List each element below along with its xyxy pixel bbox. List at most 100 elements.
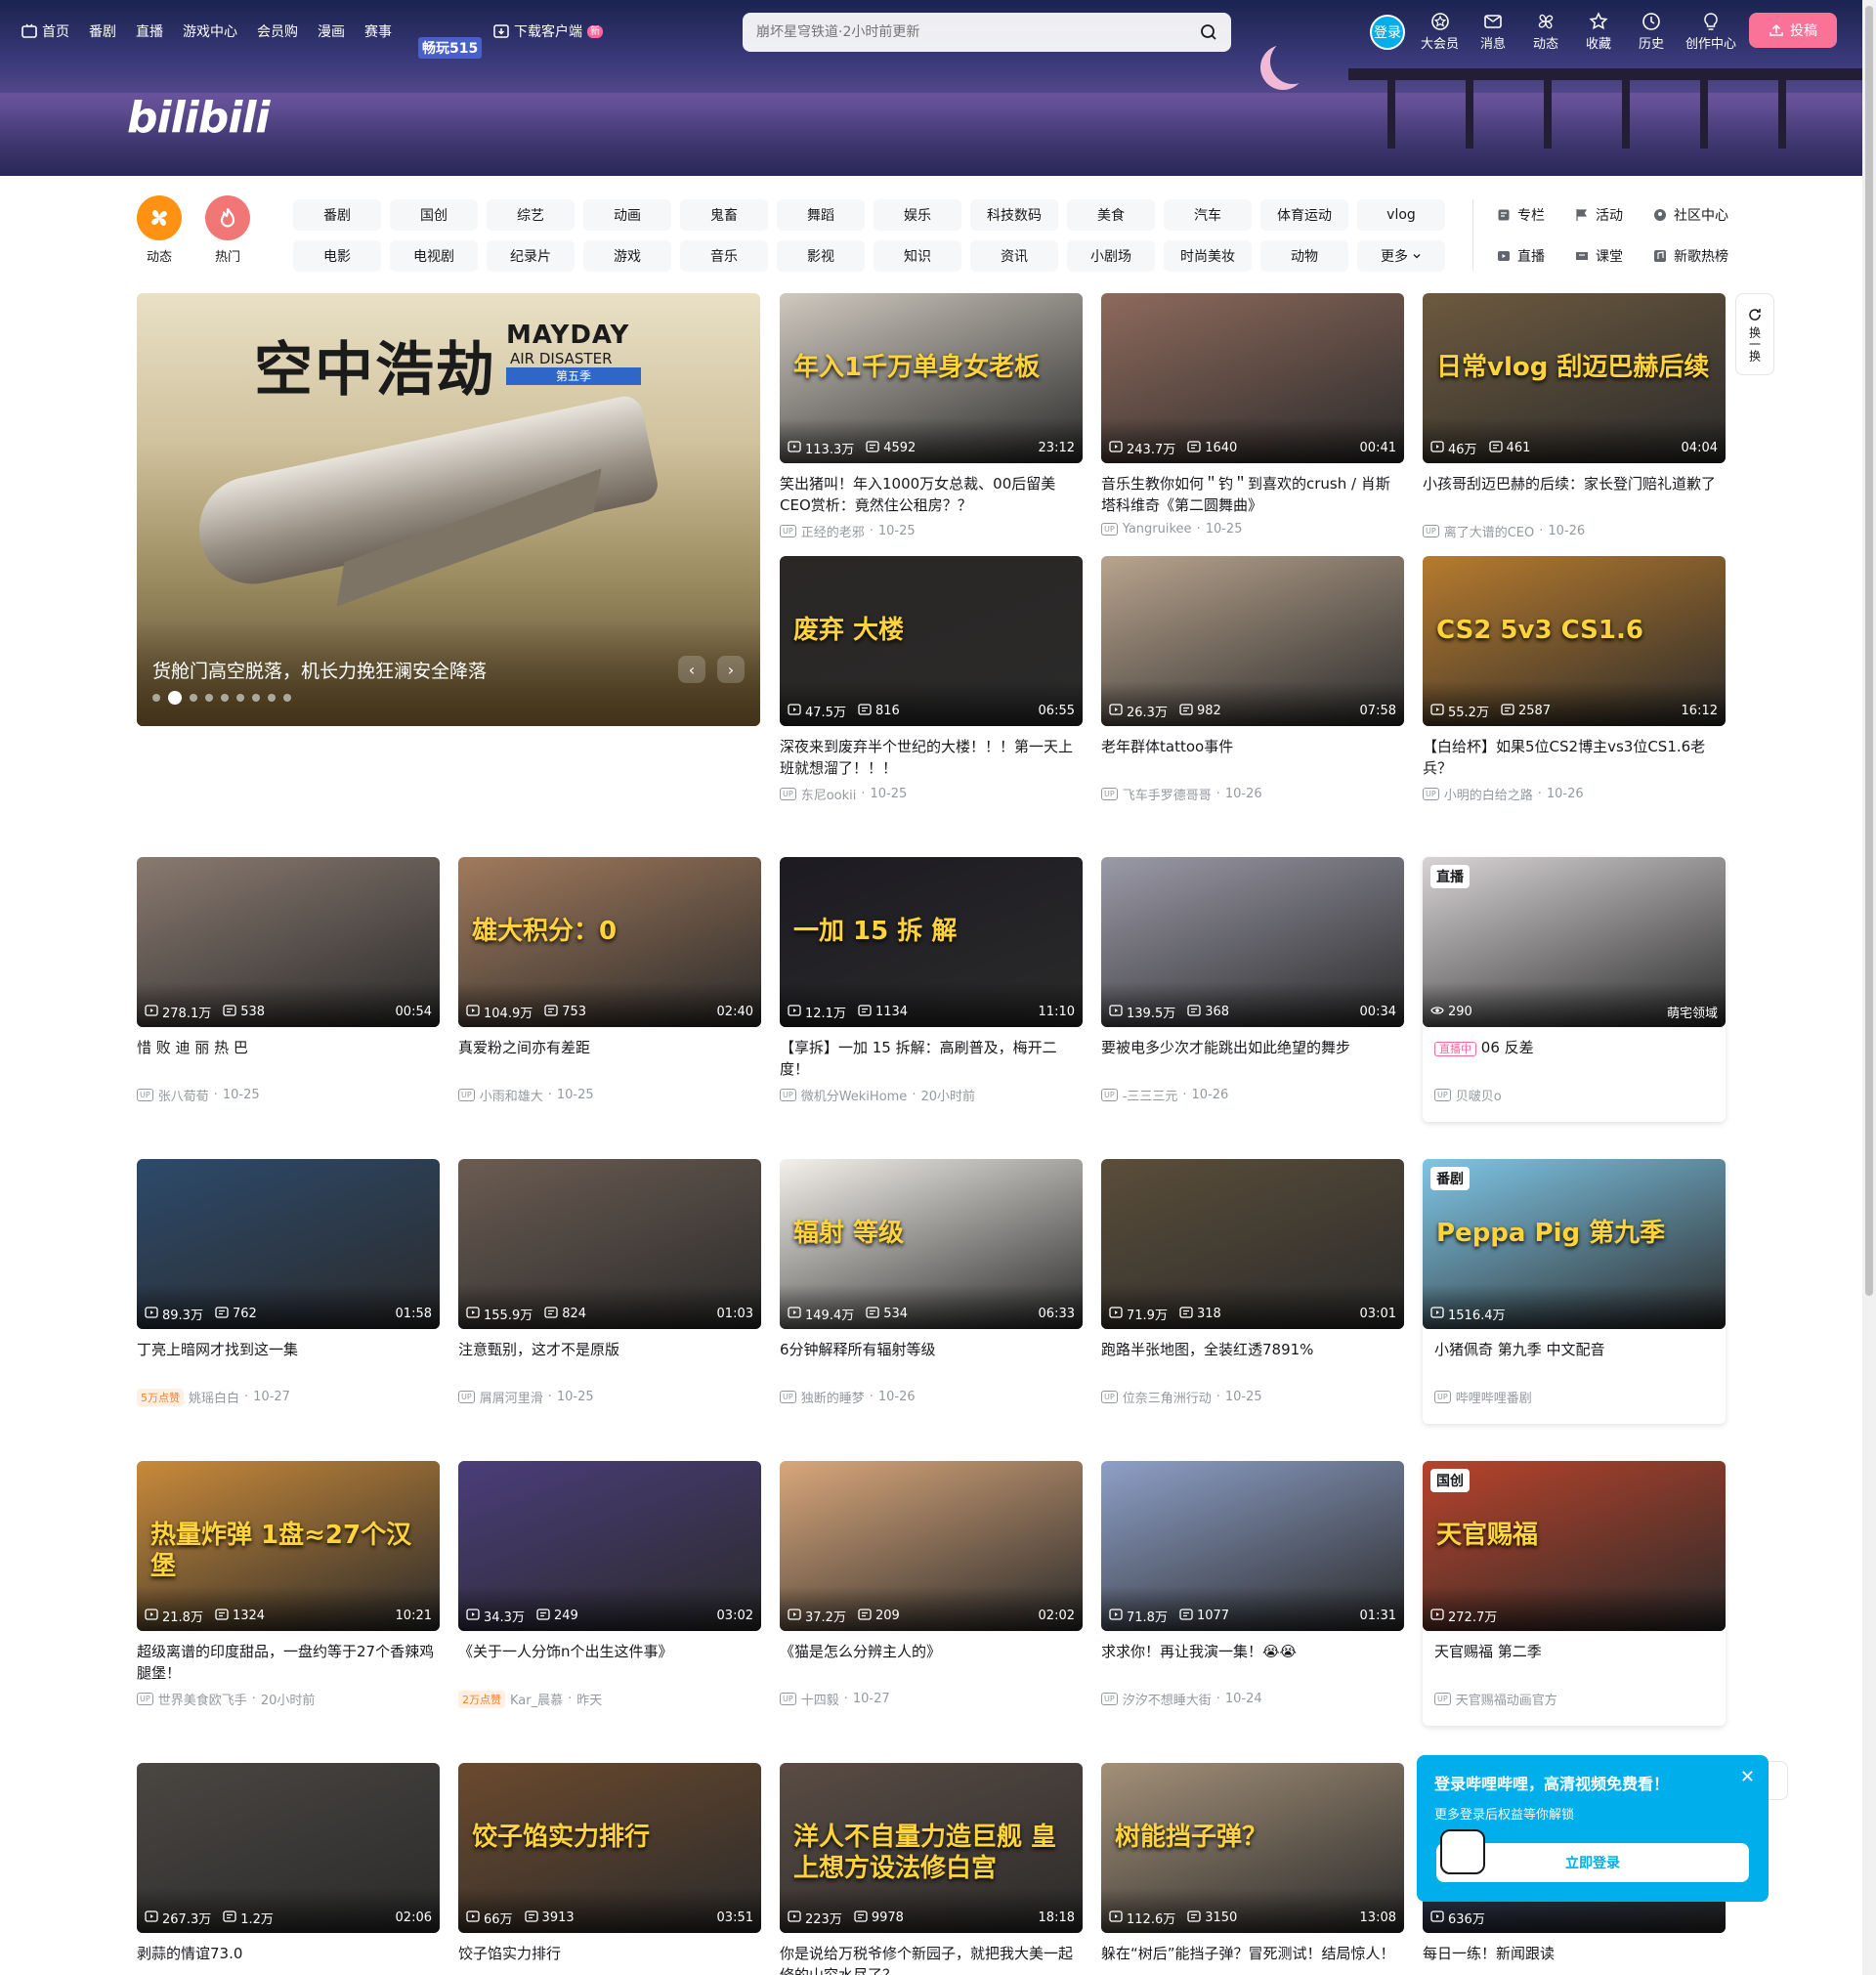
nav-history[interactable]: 历史	[1633, 12, 1670, 52]
login-avatar-button[interactable]: 登录	[1370, 14, 1405, 50]
nav-game-center[interactable]: 游戏中心	[183, 21, 237, 41]
video-title[interactable]: 跑路半张地图，全装红透7891%	[1101, 1339, 1404, 1382]
video-card[interactable]: 89.3万 762 01:58 丁亮上暗网才找到这一集 5万点赞 姚瑶白白 · 10-27	[137, 1159, 440, 1406]
video-thumbnail[interactable]: 139.5万 368 00:34	[1101, 857, 1404, 1027]
nav-anime[interactable]: 番剧	[89, 21, 116, 41]
video-thumbnail[interactable]: 243.7万 1640 00:41	[1101, 293, 1404, 463]
video-thumbnail[interactable]: 天官赐福 国创 272.7万	[1423, 1461, 1726, 1631]
video-title[interactable]: 《猫是怎么分辨主人的》	[780, 1641, 1083, 1684]
video-card[interactable]: 日常vlog 刮迈巴赫后续 46万 461 04:04 小孩哥刮迈巴赫的后续：家长登门赔…	[1423, 293, 1726, 540]
uploader-name[interactable]: 独断的睡梦	[801, 1388, 865, 1406]
video-card[interactable]: 71.9万 318 03:01 跑路半张地图，全装红透7891% UP 位奈三角洲行动 · 1…	[1101, 1159, 1404, 1406]
video-title[interactable]: 你是说给万税爷修个新园子，就把我大美一起修的山穷水尽了？	[780, 1943, 1083, 1975]
video-title[interactable]: 求求你！再让我演一集！😭😭	[1101, 1641, 1404, 1684]
channel-tag[interactable]: 体育运动	[1260, 199, 1348, 231]
carousel-dot[interactable]	[252, 694, 260, 702]
video-thumbnail[interactable]: 热量炸弹 1盘≈27个汉堡 21.8万 1324 10:21	[137, 1461, 440, 1631]
uploader-name[interactable]: 微机分WekiHome	[801, 1086, 908, 1104]
channel-tag[interactable]: 舞蹈	[777, 199, 865, 231]
video-thumbnail[interactable]: 洋人不自量力造巨舰 皇上想方设法修白宫 223万 9978 18:18	[780, 1763, 1083, 1933]
uploader-name[interactable]: 哔哩哔哩番剧	[1456, 1388, 1532, 1406]
side-link-classroom[interactable]: 课堂	[1575, 240, 1653, 272]
side-link-column[interactable]: 专栏	[1497, 199, 1575, 231]
video-title[interactable]: 小猪佩奇 第九季 中文配音	[1423, 1339, 1726, 1382]
carousel-dot[interactable]	[205, 694, 213, 702]
carousel-dot[interactable]	[236, 694, 244, 702]
video-thumbnail[interactable]: 71.8万 1077 01:31	[1101, 1461, 1404, 1631]
uploader-name[interactable]: -三三三元	[1123, 1086, 1178, 1104]
search-icon[interactable]	[1200, 23, 1217, 41]
channel-tag[interactable]: 游戏	[583, 240, 671, 272]
carousel-caption[interactable]: 货舱门高空脱落，机长力挽狂澜安全降落	[152, 657, 487, 683]
video-title[interactable]: 笑出猪叫！年入1000万女总裁、00后留美CEO赏析：竟然住公租房？？	[780, 473, 1083, 516]
channel-tag[interactable]: 娱乐	[874, 199, 961, 231]
nav-manga[interactable]: 漫画	[318, 21, 345, 41]
video-title[interactable]: 注意甄别，这才不是原版	[458, 1339, 761, 1382]
uploader-name[interactable]: 世界美食欧飞手	[158, 1690, 247, 1708]
video-card[interactable]: 26.3万 982 07:58 老年群体tattoo事件 UP 飞车手罗德哥哥 · 10-26	[1101, 556, 1404, 803]
video-thumbnail[interactable]: 37.2万 209 02:02	[780, 1461, 1083, 1631]
carousel-dot[interactable]	[268, 694, 276, 702]
channel-tag[interactable]: 综艺	[487, 199, 575, 231]
scrollbar-thumb[interactable]	[1865, 6, 1873, 1296]
video-card[interactable]: Peppa Pig 第九季 番剧 1516.4万 小猪佩奇 第九季 中文配音 UP 哔哩哔…	[1423, 1159, 1726, 1424]
video-card[interactable]: 热量炸弹 1盘≈27个汉堡 21.8万 1324 10:21 超级离谱的印度甜品，一盘约…	[137, 1461, 440, 1708]
carousel-dot[interactable]	[190, 694, 197, 702]
video-thumbnail[interactable]: 一加 15 拆 解 12.1万 1134 11:10	[780, 857, 1083, 1027]
video-title[interactable]: 【白给杯】如果5位CS2博主vs3位CS1.6老兵？	[1423, 736, 1726, 779]
download-client-link[interactable]: 下载客户端 新	[493, 21, 603, 41]
nav-mall[interactable]: 会员购	[257, 21, 298, 41]
video-thumbnail[interactable]: 辐射 等级 149.4万 534 06:33	[780, 1159, 1083, 1329]
nav-dynamic[interactable]: 动态	[1527, 12, 1564, 52]
channel-tag[interactable]: 资讯	[970, 240, 1058, 272]
video-card[interactable]: 278.1万 538 00:54 惜 败 迪 丽 热 巴 UP 张八荀荀 · 10-25	[137, 857, 440, 1104]
video-title[interactable]: 老年群体tattoo事件	[1101, 736, 1404, 779]
video-card[interactable]: CS2 5v3 CS1.6 55.2万 2587 16:12 【白给杯】如果5位CS2博…	[1423, 556, 1726, 803]
nav-creator-center[interactable]: 创作中心	[1685, 12, 1736, 52]
channel-tag[interactable]: 影视	[777, 240, 865, 272]
video-thumbnail[interactable]: 饺子馅实力排行 66万 3913 03:51	[458, 1763, 761, 1933]
video-card[interactable]: 一加 15 拆 解 12.1万 1134 11:10 【享拆】一加 15 拆解：高刷普及…	[780, 857, 1083, 1104]
channel-tag[interactable]: 汽车	[1164, 199, 1252, 231]
channel-dynamic[interactable]: 动态	[137, 195, 182, 265]
carousel-prev-button[interactable]: ‹	[678, 656, 705, 683]
carousel-dot[interactable]	[283, 694, 291, 702]
channel-more-button[interactable]: 更多	[1357, 240, 1445, 272]
video-thumbnail[interactable]: 年入1千万单身女老板 113.3万 4592 23:12	[780, 293, 1083, 463]
video-card[interactable]: 洋人不自量力造巨舰 皇上想方设法修白宫 223万 9978 18:18 你是说给万税爷修…	[780, 1763, 1083, 1975]
uploader-name[interactable]: 小明的白给之路	[1444, 785, 1533, 803]
channel-hot[interactable]: 热门	[205, 195, 250, 265]
channel-tag[interactable]: 电影	[293, 240, 381, 272]
video-thumbnail[interactable]: 71.9万 318 03:01	[1101, 1159, 1404, 1329]
video-title[interactable]: 剥蒜的情谊73.0	[137, 1943, 440, 1975]
channel-tag[interactable]: vlog	[1357, 199, 1445, 231]
nav-live[interactable]: 直播	[136, 21, 163, 41]
video-card[interactable]: 天官赐福 国创 272.7万 天官赐福 第二季 UP 天官赐福动画官方	[1423, 1461, 1726, 1726]
search-input[interactable]	[756, 24, 1200, 40]
nav-vip[interactable]: 大会员	[1421, 12, 1459, 52]
carousel-dot[interactable]	[152, 694, 160, 702]
side-link-activity[interactable]: 活动	[1575, 199, 1653, 231]
video-thumbnail[interactable]: 34.3万 249 03:02	[458, 1461, 761, 1631]
video-card[interactable]: 饺子馅实力排行 66万 3913 03:51 饺子馅实力排行	[458, 1763, 761, 1975]
channel-tag[interactable]: 小剧场	[1067, 240, 1155, 272]
video-card[interactable]: 243.7万 1640 00:41 音乐生教你如何＂钓＂到喜欢的crush / 肖斯塔…	[1101, 293, 1404, 537]
video-thumbnail[interactable]: 雄大积分：0 104.9万 753 02:40	[458, 857, 761, 1027]
video-card[interactable]: 年入1千万单身女老板 113.3万 4592 23:12 笑出猪叫！年入1000万女总裁…	[780, 293, 1083, 540]
video-thumbnail[interactable]: 树能挡子弹？ 112.6万 3150 13:08	[1101, 1763, 1404, 1933]
uploader-name[interactable]: 正经的老邪	[801, 522, 865, 540]
side-link-music-chart[interactable]: 新歌热榜	[1653, 240, 1731, 272]
video-title[interactable]: 天官赐福 第二季	[1423, 1641, 1726, 1684]
video-thumbnail[interactable]: Peppa Pig 第九季 番剧 1516.4万	[1423, 1159, 1726, 1329]
video-title[interactable]: 深夜来到废弃半个世纪的大楼！！！第一天上班就想溜了！！！	[780, 736, 1083, 779]
video-card[interactable]: 雄大积分：0 104.9万 753 02:40 真爱粉之间亦有差距 UP 小雨和雄大 · 10-…	[458, 857, 761, 1104]
uploader-name[interactable]: 离了大谱的CEO	[1444, 522, 1535, 540]
side-link-live[interactable]: 直播	[1497, 240, 1575, 272]
channel-tag[interactable]: 科技数码	[970, 199, 1058, 231]
channel-tag[interactable]: 知识	[874, 240, 961, 272]
channel-tag[interactable]: 番剧	[293, 199, 381, 231]
video-thumbnail[interactable]: 26.3万 982 07:58	[1101, 556, 1404, 726]
video-card[interactable]: 155.9万 824 01:03 注意甄别，这才不是原版 UP 屑屑河里滑 · 10-25	[458, 1159, 761, 1406]
video-card[interactable]: 34.3万 249 03:02 《关于一人分饰n个出生这件事》 2万点赞 Kar_晨慕 · 昨…	[458, 1461, 761, 1708]
uploader-name[interactable]: Kar_晨慕	[510, 1690, 563, 1708]
